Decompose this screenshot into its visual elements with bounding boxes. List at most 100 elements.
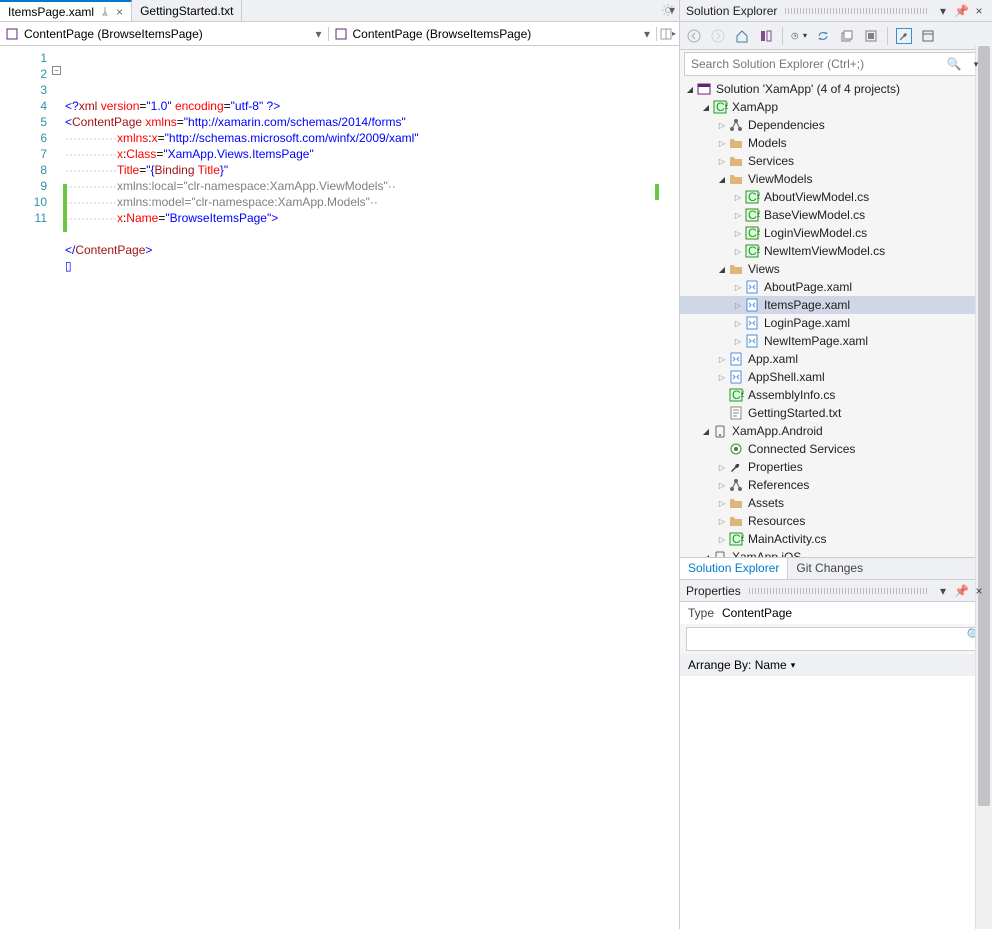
tree-node[interactable]: Dependencies	[680, 116, 992, 134]
tree-node[interactable]: XamApp.iOS	[680, 548, 992, 557]
properties-search[interactable]: 🔍	[686, 627, 986, 651]
type-dropdown[interactable]: ContentPage (BrowseItemsPage) ▾	[0, 27, 329, 41]
search-input[interactable]	[685, 57, 943, 71]
tree-node[interactable]: XamApp.Android	[680, 422, 992, 440]
tree-node[interactable]: ViewModels	[680, 170, 992, 188]
tree-node[interactable]: Connected Services	[680, 440, 992, 458]
tree-node[interactable]: AboutPage.xaml	[680, 278, 992, 296]
tree-node[interactable]: C#BaseViewModel.cs	[680, 206, 992, 224]
tree-node[interactable]: AppShell.xaml	[680, 368, 992, 386]
line-gutter: − 1234567891011	[0, 46, 65, 929]
tree-node[interactable]: C#NewItemViewModel.cs	[680, 242, 992, 260]
pending-changes-icon[interactable]: ▾	[791, 28, 807, 44]
svg-text:C#: C#	[748, 226, 760, 240]
document-tabs: ItemsPage.xaml × GettingStarted.txt ▾	[0, 0, 679, 22]
scrollbar-thumb[interactable]	[978, 46, 990, 806]
tree-node[interactable]: GettingStarted.txt	[680, 404, 992, 422]
preview-icon[interactable]	[920, 28, 936, 44]
tree-node[interactable]: Views	[680, 260, 992, 278]
chevron-down-icon: ▾	[315, 27, 321, 41]
gear-icon[interactable]	[661, 3, 675, 17]
tab-itemspage[interactable]: ItemsPage.xaml ×	[0, 0, 132, 21]
pin-icon[interactable]	[100, 7, 110, 17]
tree-node[interactable]: C#LoginViewModel.cs	[680, 224, 992, 242]
arrange-by[interactable]: Arrange By: Name ▾	[680, 654, 992, 676]
member-dropdown[interactable]: ContentPage (BrowseItemsPage) ▾	[329, 27, 658, 41]
show-all-icon[interactable]	[863, 28, 879, 44]
svg-text:C#: C#	[732, 388, 744, 402]
home-icon[interactable]	[734, 28, 750, 44]
panel-title: Solution Explorer	[686, 4, 777, 18]
pin-icon[interactable]: 📌	[954, 4, 968, 18]
pin-icon[interactable]: 📌	[954, 584, 968, 598]
tab-label: ItemsPage.xaml	[8, 5, 94, 19]
tree-node[interactable]: Solution 'XamApp' (4 of 4 projects)	[680, 80, 992, 98]
right-panels: Solution Explorer ▾ 📌 × ▾ 🔍 ▾ Solution '…	[680, 0, 992, 929]
chevron-down-icon[interactable]: ▾	[965, 59, 987, 70]
grip[interactable]	[785, 8, 928, 14]
solution-tree[interactable]: Solution 'XamApp' (4 of 4 projects)C#Xam…	[680, 78, 992, 557]
tree-node[interactable]: C#AboutViewModel.cs	[680, 188, 992, 206]
chevron-down-icon: ▾	[644, 27, 650, 41]
search-icon[interactable]: 🔍	[943, 57, 965, 71]
svg-text:C#: C#	[716, 100, 728, 114]
tree-node[interactable]: App.xaml	[680, 350, 992, 368]
panel-tabs: Solution Explorer Git Changes	[680, 557, 992, 579]
properties-search-input[interactable]	[687, 628, 963, 650]
vertical-scrollbar[interactable]	[975, 46, 992, 929]
close-icon[interactable]: ×	[972, 584, 986, 598]
separator	[782, 27, 783, 45]
grip[interactable]	[749, 588, 928, 594]
solution-explorer-title: Solution Explorer ▾ 📌 ×	[680, 0, 992, 22]
navigation-bar: ContentPage (BrowseItemsPage) ▾ ContentP…	[0, 22, 679, 46]
window-menu-icon[interactable]: ▾	[936, 584, 950, 598]
property-type-row: Type ContentPage	[680, 602, 992, 624]
solution-explorer-toolbar: ▾	[680, 22, 992, 50]
change-marker	[63, 184, 67, 232]
tree-node[interactable]: NewItemPage.xaml	[680, 332, 992, 350]
solution-search[interactable]: 🔍 ▾	[684, 52, 988, 76]
tree-node[interactable]: Assets	[680, 494, 992, 512]
tree-node[interactable]: Models	[680, 134, 992, 152]
tab-solution-explorer[interactable]: Solution Explorer	[680, 558, 788, 579]
tree-node[interactable]: C#AssemblyInfo.cs	[680, 386, 992, 404]
tree-node[interactable]: Services	[680, 152, 992, 170]
tree-node[interactable]: C#MainActivity.cs	[680, 530, 992, 548]
tree-node[interactable]: LoginPage.xaml	[680, 314, 992, 332]
crumb-text: ContentPage (BrowseItemsPage)	[24, 27, 203, 41]
tab-gettingstarted[interactable]: GettingStarted.txt	[132, 0, 242, 21]
collapse-icon[interactable]: −	[52, 66, 61, 75]
element-icon	[6, 28, 18, 40]
tab-label: GettingStarted.txt	[140, 4, 233, 18]
code-editor[interactable]: − 1234567891011 <?xml version="1.0" enco…	[0, 46, 679, 929]
arrange-by-label: Arrange By: Name	[688, 658, 787, 672]
element-icon	[335, 28, 347, 40]
code-content[interactable]: <?xml version="1.0" encoding="utf-8" ?><…	[65, 46, 679, 929]
tab-git-changes[interactable]: Git Changes	[788, 558, 871, 579]
chevron-down-icon: ▾	[791, 660, 796, 671]
switch-views-icon[interactable]	[758, 28, 774, 44]
properties-title-bar: Properties ▾ 📌 ×	[680, 580, 992, 602]
tree-node[interactable]: References	[680, 476, 992, 494]
crumb-text: ContentPage (BrowseItemsPage)	[353, 27, 532, 41]
back-icon[interactable]	[686, 28, 702, 44]
editor-pane: ItemsPage.xaml × GettingStarted.txt ▾ Co…	[0, 0, 680, 929]
sync-icon[interactable]	[815, 28, 831, 44]
panel-title: Properties	[686, 584, 741, 598]
collapse-all-icon[interactable]	[839, 28, 855, 44]
tree-node[interactable]: C#XamApp	[680, 98, 992, 116]
tree-node[interactable]: Resources	[680, 512, 992, 530]
svg-text:C#: C#	[748, 208, 760, 222]
svg-text:C#: C#	[732, 532, 744, 546]
change-marker	[655, 184, 659, 200]
tree-node[interactable]: Properties	[680, 458, 992, 476]
window-menu-icon[interactable]: ▾	[936, 4, 950, 18]
tree-node[interactable]: ItemsPage.xaml	[680, 296, 992, 314]
properties-panel: Properties ▾ 📌 × Type ContentPage 🔍 Arra…	[680, 579, 992, 929]
close-icon[interactable]: ×	[972, 4, 986, 18]
split-button[interactable]: ▸	[657, 28, 679, 40]
close-icon[interactable]: ×	[116, 5, 123, 19]
forward-icon[interactable]	[710, 28, 726, 44]
split-icon	[660, 28, 672, 40]
properties-icon[interactable]	[896, 28, 912, 44]
